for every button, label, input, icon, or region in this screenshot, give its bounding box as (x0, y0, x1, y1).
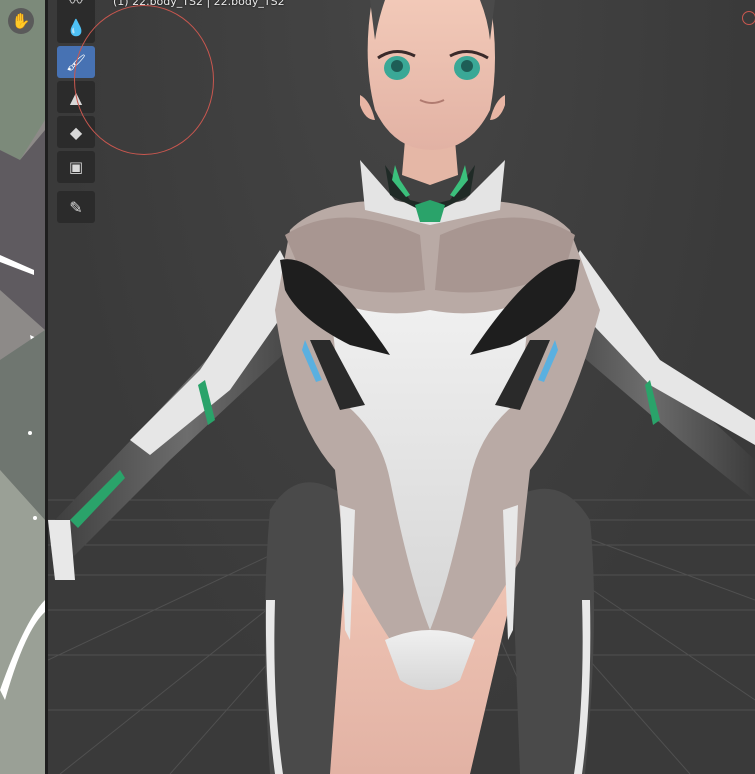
droplet-icon: 💧 (66, 17, 86, 37)
uv-editor-panel[interactable]: ✋ (0, 0, 45, 774)
brush-radius-cursor (74, 5, 214, 155)
paint-bucket-icon: ◆ (69, 122, 83, 142)
pan-hand-button[interactable]: ✋ (8, 8, 34, 34)
gizmo-corner-indicator[interactable] (742, 11, 755, 25)
character-head (360, 0, 505, 150)
tool-mask[interactable]: ▣ (57, 151, 95, 183)
uv-texture-preview (0, 0, 45, 774)
hand-icon: ✋ (11, 12, 31, 30)
tool-annotate[interactable]: ✎ (57, 191, 95, 223)
annotate-pencil-icon: ✎ (69, 197, 83, 217)
mask-icon: ▣ (68, 158, 84, 176)
